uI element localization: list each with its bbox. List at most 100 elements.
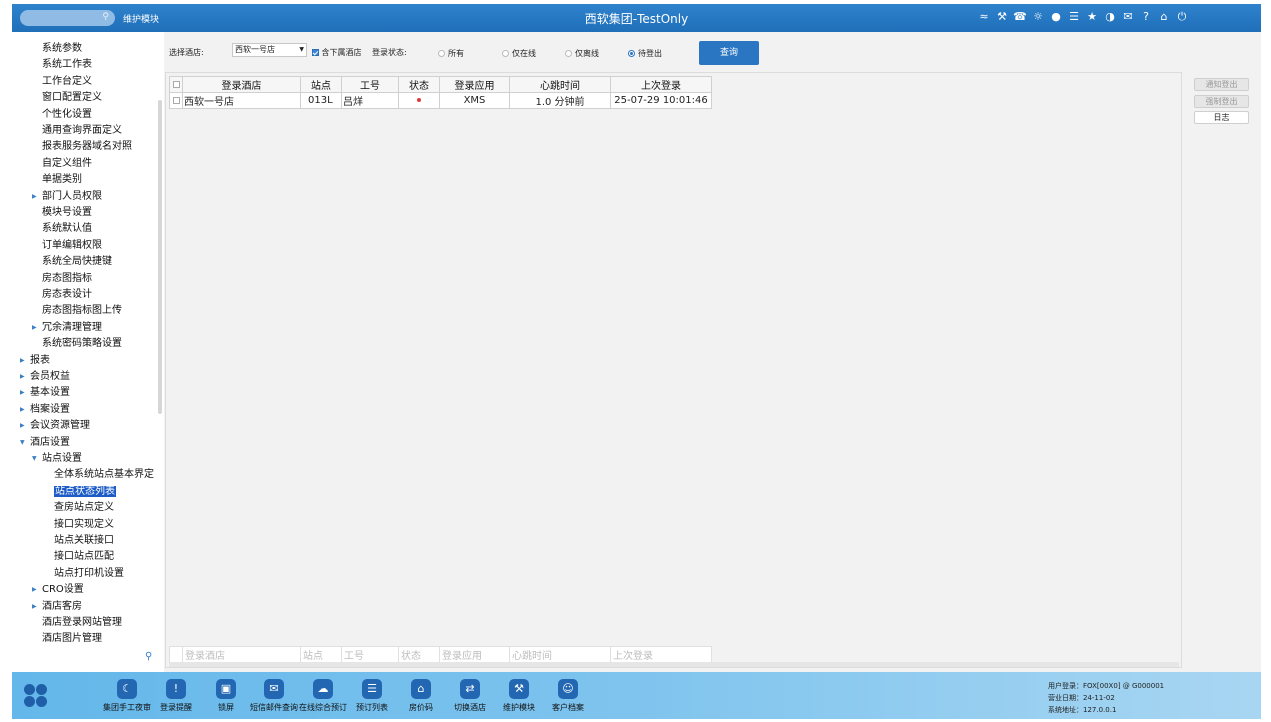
sidebar-item[interactable]: 系统工作表 [42, 57, 92, 73]
radio-online-only[interactable]: 仅在线 [502, 48, 536, 59]
sidebar-item[interactable]: ▶ 档案设置 [20, 402, 70, 418]
tools-icon[interactable]: ⚒ [995, 9, 1009, 25]
caret-right-icon[interactable]: ▶ [20, 418, 25, 434]
sidebar-item[interactable]: 酒店图片管理 [42, 631, 102, 647]
sidebar-item[interactable]: 查房站点定义 [54, 500, 114, 516]
sidebar-item[interactable]: 自定义组件 [42, 156, 92, 172]
sidebar-item[interactable]: 单据类别 [42, 172, 82, 188]
grid-horizontal-scrollbar[interactable] [169, 662, 1179, 667]
select-all-checkbox[interactable] [169, 76, 183, 93]
sidebar-item[interactable]: 系统参数 [42, 41, 82, 57]
sidebar-item[interactable]: 工作台定义 [42, 74, 92, 90]
col-heartbeat[interactable]: 心跳时间 [509, 76, 611, 93]
mail-icon[interactable]: ✉ [1121, 9, 1135, 25]
profile-icon[interactable]: ☺ [558, 679, 578, 699]
cloud-icon[interactable]: ☁ [313, 679, 333, 699]
sidebar-item[interactable]: 系统默认值 [42, 221, 92, 237]
sidebar-item[interactable]: 通用查询界面定义 [42, 123, 122, 139]
power-icon[interactable]: ⏻ [1175, 9, 1189, 25]
sidebar-item[interactable]: 模块号设置 [42, 205, 92, 221]
sidebar-item[interactable]: 接口实现定义 [54, 517, 114, 533]
log-button[interactable]: 日志 [1194, 111, 1249, 124]
dock-item[interactable]: ⌂ 房价码 [394, 679, 448, 713]
dock-item[interactable]: ▣ 锁屏 [199, 679, 253, 713]
filter-last-login[interactable]: 上次登录 [610, 646, 712, 663]
dock-item[interactable]: ☰ 预订列表 [345, 679, 399, 713]
chat-icon[interactable]: ☼ [1031, 9, 1045, 25]
wrench-icon[interactable]: ⚒ [509, 679, 529, 699]
sidebar-item[interactable]: ▶ 酒店客房 [32, 599, 82, 615]
row-checkbox[interactable] [169, 92, 183, 109]
caret-down-icon[interactable]: ▼ [20, 435, 25, 451]
dock-item[interactable]: ☾ 集团手工夜审 [100, 679, 154, 713]
sidebar-item[interactable]: ▼ 酒店设置 [20, 435, 70, 451]
sidebar-item[interactable]: 系统全局快捷键 [42, 254, 112, 270]
filter-login-app[interactable]: 登录应用 [439, 646, 510, 663]
sidebar-item[interactable]: ▶ 报表 [20, 353, 50, 369]
hotel-select[interactable]: 西软一号店 ▼ [232, 43, 307, 57]
col-login-hotel[interactable]: 登录酒店 [182, 76, 301, 93]
query-button[interactable]: 查询 [699, 41, 759, 65]
wifi-icon[interactable]: ≈ [977, 9, 991, 25]
sidebar-item[interactable]: ▶ 部门人员权限 [32, 189, 102, 205]
home-icon[interactable]: ⌂ [1157, 9, 1171, 25]
switch-icon[interactable]: ⇄ [460, 679, 480, 699]
notify-logout-button[interactable]: 通知登出 [1194, 78, 1249, 91]
caret-right-icon[interactable]: ▶ [20, 353, 25, 369]
dock-item[interactable]: ☺ 客户档案 [541, 679, 595, 713]
moon-icon[interactable]: ☾ [117, 679, 137, 699]
sidebar-item[interactable]: ▼ 站点设置 [32, 451, 82, 467]
sidebar-item[interactable]: 站点关联接口 [54, 533, 114, 549]
filter-login-hotel[interactable]: 登录酒店 [182, 646, 301, 663]
mail-icon[interactable]: ✉ [264, 679, 284, 699]
dock-item[interactable]: ⚒ 维护模块 [492, 679, 546, 713]
menu-icon[interactable]: ☰ [1067, 9, 1081, 25]
sidebar-item[interactable]: 站点状态列表 [54, 484, 116, 500]
radio-pending-logout[interactable]: 待登出 [628, 48, 662, 59]
radio-all[interactable]: 所有 [438, 48, 464, 59]
filter-heartbeat[interactable]: 心跳时间 [509, 646, 611, 663]
include-sub-hotels-checkbox[interactable]: 含下属酒店 [312, 47, 362, 58]
sidebar-item[interactable]: 房态表设计 [42, 287, 92, 303]
col-status[interactable]: 状态 [398, 76, 440, 93]
sidebar-search-icon[interactable]: ⚲ [145, 651, 152, 662]
caret-right-icon[interactable]: ▶ [32, 320, 37, 336]
palette-icon[interactable]: ● [1049, 9, 1063, 25]
caret-down-icon[interactable]: ▼ [32, 451, 37, 467]
caret-right-icon[interactable]: ▶ [20, 402, 25, 418]
sidebar-item[interactable]: 系统密码策略设置 [42, 336, 122, 352]
filter-station[interactable]: 站点 [300, 646, 342, 663]
caret-right-icon[interactable]: ▶ [20, 369, 25, 385]
sidebar-item[interactable]: 窗口配置定义 [42, 90, 102, 106]
help-icon[interactable]: ? [1139, 9, 1153, 25]
sidebar-item[interactable]: 房态图指标图上传 [42, 303, 122, 319]
sidebar-scrollbar[interactable] [158, 100, 162, 414]
radio-offline-only[interactable]: 仅离线 [565, 48, 599, 59]
table-row[interactable]: 西软一号店 013L 吕烊 XMS 1.0 分钟前 25-07-29 10:01… [169, 92, 712, 109]
sidebar-item[interactable]: ▶ 会员权益 [20, 369, 70, 385]
col-last-login[interactable]: 上次登录 [610, 76, 712, 93]
sidebar-item[interactable]: 全体系统站点基本界定 [54, 467, 154, 483]
force-logout-button[interactable]: 强制登出 [1194, 95, 1249, 108]
sidebar-item[interactable]: 订单编辑权限 [42, 238, 102, 254]
moon-icon[interactable]: ◑ [1103, 9, 1117, 25]
col-login-app[interactable]: 登录应用 [439, 76, 510, 93]
dock-item[interactable]: ✉ 短信邮件查询 [247, 679, 301, 713]
star-icon[interactable]: ★ [1085, 9, 1099, 25]
sidebar-item[interactable]: ▶ 会议资源管理 [20, 418, 90, 434]
caret-right-icon[interactable]: ▶ [32, 189, 37, 205]
alert-icon[interactable]: ! [166, 679, 186, 699]
sidebar-item[interactable]: 站点打印机设置 [54, 566, 124, 582]
col-staff-no[interactable]: 工号 [341, 76, 399, 93]
sidebar-item[interactable]: 接口站点匹配 [54, 549, 114, 565]
sidebar-item[interactable]: ▶ 基本设置 [20, 385, 70, 401]
filter-staff-no[interactable]: 工号 [341, 646, 399, 663]
sidebar-item[interactable]: 个性化设置 [42, 107, 92, 123]
caret-right-icon[interactable]: ▶ [32, 599, 37, 615]
sidebar-item[interactable]: ▶ CRO设置 [32, 582, 84, 598]
lock-icon[interactable]: ▣ [216, 679, 236, 699]
col-station[interactable]: 站点 [300, 76, 342, 93]
list-icon[interactable]: ☰ [362, 679, 382, 699]
sidebar-item[interactable]: ▶ 冗余清理管理 [32, 320, 102, 336]
filter-status[interactable]: 状态 [398, 646, 440, 663]
